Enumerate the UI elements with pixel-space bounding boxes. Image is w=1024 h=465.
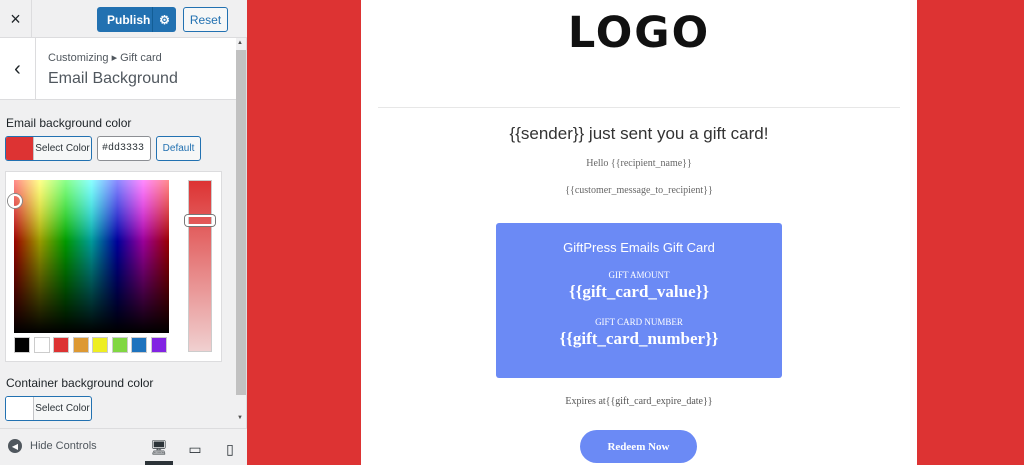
close-icon[interactable]: × — [0, 0, 32, 38]
email-bg-hex-input[interactable]: #dd3333 — [97, 136, 151, 161]
gift-amount-label: GIFT AMOUNT — [608, 270, 670, 280]
email-headline: {{sender}} just sent you a gift card! — [509, 124, 769, 143]
gift-card-number-value: {{gift_card_number}} — [559, 329, 719, 348]
palette-swatch-2[interactable] — [53, 337, 69, 353]
email-bg-select-color-button[interactable]: Select Color — [5, 136, 92, 161]
expiry-text: Expires at{{gift_card_expire_date}} — [565, 396, 713, 407]
customizer-header: × Publish ⚙ Reset — [0, 0, 247, 38]
palette-swatch-1[interactable] — [33, 337, 50, 353]
sidebar-scrollbar-thumb[interactable] — [236, 50, 246, 395]
back-icon[interactable]: ‹ — [0, 38, 36, 100]
breadcrumb: Customizing ▸ Gift card — [48, 52, 162, 64]
email-message: {{customer_message_to_recipient}} — [565, 185, 713, 196]
color-picker-handle[interactable] — [8, 194, 22, 208]
hide-controls-button[interactable]: Hide Controls — [30, 440, 97, 452]
palette-swatch-7[interactable] — [150, 337, 167, 353]
section-header: ‹ Customizing ▸ Gift card Email Backgrou… — [0, 38, 236, 100]
email-bg-select-label: Select Color — [33, 137, 91, 160]
publish-settings-gear-icon[interactable]: ⚙ — [152, 7, 176, 32]
spectrum-overlay — [14, 180, 169, 333]
gift-amount-value: {{gift_card_value}} — [568, 282, 710, 301]
palette-swatch-0[interactable] — [14, 337, 30, 353]
hide-controls-icon[interactable]: ◀ — [8, 439, 22, 453]
palette-swatch-3[interactable] — [72, 337, 89, 353]
scroll-down-icon[interactable]: ▼ — [237, 415, 243, 421]
container-bg-current-swatch — [6, 397, 33, 420]
email-bg-default-button[interactable]: Default — [156, 136, 201, 161]
scroll-up-icon[interactable]: ▲ — [237, 40, 243, 46]
mobile-preview-icon[interactable]: ▯ — [216, 434, 244, 465]
palette-swatch-4[interactable] — [92, 337, 108, 353]
publish-button-label: Publish — [107, 12, 151, 27]
reset-button[interactable]: Reset — [183, 7, 228, 32]
gift-card-box: GiftPress Emails Gift Card GIFT AMOUNT {… — [496, 223, 782, 378]
email-greeting: Hello {{recipient_name}} — [586, 158, 692, 169]
hue-slider[interactable] — [188, 180, 212, 352]
email-preview-container: LOGO {{sender}} just sent you a gift car… — [361, 0, 917, 465]
gift-card-number-label: GIFT CARD NUMBER — [595, 317, 683, 327]
tablet-preview-icon[interactable]: ▭ — [181, 434, 209, 465]
container-bg-label: Container background color — [6, 376, 154, 390]
header-divider — [378, 107, 900, 108]
email-bg-current-swatch — [6, 137, 33, 160]
publish-button[interactable]: Publish ⚙ — [97, 7, 176, 32]
palette-swatch-6[interactable] — [131, 337, 147, 353]
container-bg-select-label: Select Color — [33, 397, 91, 420]
email-bg-label: Email background color — [6, 116, 132, 130]
section-title: Email Background — [48, 70, 178, 87]
email-logo: LOGO — [567, 8, 711, 58]
container-bg-select-color-button[interactable]: Select Color — [5, 396, 92, 421]
palette-swatch-5[interactable] — [111, 337, 128, 353]
gift-card-title: GiftPress Emails Gift Card — [563, 240, 715, 255]
desktop-preview-icon[interactable]: 🖥 — [145, 434, 173, 465]
hue-slider-handle[interactable] — [185, 215, 215, 226]
redeem-now-button[interactable]: Redeem Now — [580, 430, 697, 463]
